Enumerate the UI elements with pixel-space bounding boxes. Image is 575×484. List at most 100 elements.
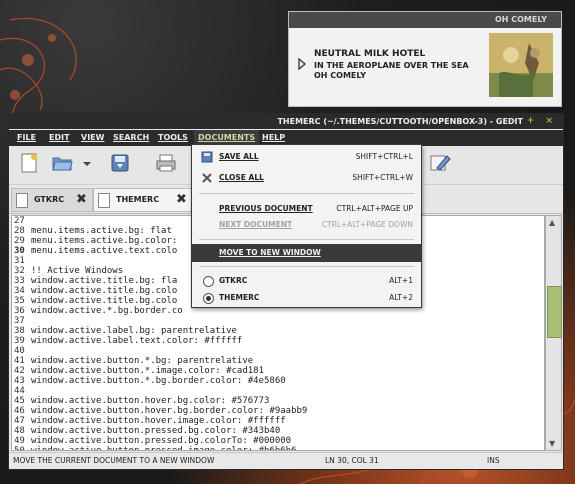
code-text: window.active.button.pressed.bg.color: #… xyxy=(31,426,281,436)
menu-accel: SHIFT+CTRL+W xyxy=(352,173,413,182)
open-dropdown-chevron-down-icon[interactable] xyxy=(81,152,93,174)
menu-search[interactable]: SEARCH xyxy=(109,130,153,146)
radio-unchecked-icon xyxy=(203,276,214,287)
window-titlebar[interactable]: THEMERC (~/.THEMES/CUTTOOTH/OPENBOX-3) -… xyxy=(9,114,563,129)
save-icon xyxy=(201,151,213,163)
code-text: window.active.button.hover.bg.border.col… xyxy=(31,406,308,416)
code-text: menu.items.active.bg: flat xyxy=(31,226,172,236)
menu-label: MOVE TO NEW WINDOW xyxy=(219,248,321,257)
insert-mode: INS xyxy=(487,456,500,465)
play-icon xyxy=(298,57,307,73)
code-text: window.active.button.hover.image.color: … xyxy=(31,416,286,426)
line-number: 31 xyxy=(14,256,25,266)
line-number: 47 xyxy=(14,416,25,426)
scroll-up-icon[interactable]: ▲ xyxy=(549,218,555,227)
notification-header: OH COMELY xyxy=(289,12,561,28)
menu-accel: ALT+1 xyxy=(389,276,413,285)
line-number: 38 xyxy=(14,326,25,336)
cursor-position: LN 30, COL 31 xyxy=(325,456,379,465)
album-art-image xyxy=(489,33,553,97)
scroll-down-icon[interactable]: ▼ xyxy=(549,439,555,448)
code-line: 41 window.active.button.*.bg: parentrelat… xyxy=(12,356,544,366)
close-icon xyxy=(201,172,213,184)
menu-item-save-all[interactable]: SAVE ALL SHIFT+CTRL+L xyxy=(192,148,421,166)
code-line: 48 window.active.button.pressed.bg.color:… xyxy=(12,426,544,436)
line-number: 36 xyxy=(14,306,25,316)
close-icon[interactable]: ✖ xyxy=(76,189,87,211)
line-number: 37 xyxy=(14,316,25,326)
code-text: window.active.title.bg.colo xyxy=(31,296,178,306)
save-icon[interactable] xyxy=(109,152,131,174)
code-line: 42 window.active.button.*.image.color: #c… xyxy=(12,366,544,376)
edit-pen-icon[interactable] xyxy=(429,152,451,174)
code-text: window.active.*.bg.border.co xyxy=(31,306,183,316)
code-text: menu.items.active.bg.color: xyxy=(31,236,178,246)
code-text: window.active.title.bg: fla xyxy=(31,276,178,286)
menu-item-close-all[interactable]: CLOSE ALL SHIFT+CTRL+W xyxy=(192,169,421,187)
print-icon[interactable] xyxy=(155,152,177,174)
code-text: !! Active Windows xyxy=(31,266,124,276)
code-line: 47 window.active.button.hover.image.color… xyxy=(12,416,544,426)
line-number: 41 xyxy=(14,356,25,366)
line-number: 27 xyxy=(14,216,25,226)
line-number: 45 xyxy=(14,396,25,406)
line-number: 28 xyxy=(14,226,25,236)
line-number: 46 xyxy=(14,406,25,416)
close-icon[interactable]: ✖ xyxy=(176,189,187,211)
scrollbar-thumb[interactable] xyxy=(547,286,562,338)
tab-themerc[interactable]: THEMERC ✖ xyxy=(93,188,195,212)
line-number: 43 xyxy=(14,376,25,386)
code-text: window.active.label.bg: parentrelative xyxy=(31,326,237,336)
code-line: 44 xyxy=(12,386,544,396)
code-text: window.active.button.*.image.color: #cad… xyxy=(31,366,264,376)
line-number: 34 xyxy=(14,286,25,296)
notification-album: IN THE AEROPLANE OVER THE SEA xyxy=(314,61,469,70)
notification-track: OH COMELY xyxy=(314,71,367,80)
line-number: 50 xyxy=(14,446,25,451)
code-text: window.active.title.bg.colo xyxy=(31,286,178,296)
menu-item-doc-themerc[interactable]: THEMERC ALT+2 xyxy=(192,289,421,307)
new-document-icon[interactable] xyxy=(18,152,40,174)
document-icon xyxy=(98,193,110,208)
code-text: window.active.label.text.color: #ffffff xyxy=(31,336,243,346)
menu-separator xyxy=(199,266,414,267)
line-number: 33 xyxy=(14,276,25,286)
menu-item-move-to-new-window[interactable]: MOVE TO NEW WINDOW xyxy=(192,244,421,262)
menu-accel: ALT+2 xyxy=(389,293,413,302)
menu-edit[interactable]: EDIT xyxy=(45,130,74,146)
menu-separator xyxy=(199,193,414,194)
line-number: 32 xyxy=(14,266,25,276)
statusbar: MOVE THE CURRENT DOCUMENT TO A NEW WINDO… xyxy=(9,452,563,469)
code-text: window.active.button.hover.bg.color: #57… xyxy=(31,396,270,406)
menu-accel: CTRL+ALT+PAGE DOWN xyxy=(321,220,413,229)
menu-label: CLOSE ALL xyxy=(219,173,264,182)
code-line: 45 window.active.button.hover.bg.color: #… xyxy=(12,396,544,406)
line-number: 30 xyxy=(14,246,25,256)
code-text: window.active.button.pressed.bg.colorTo:… xyxy=(31,436,292,446)
line-number: 48 xyxy=(14,426,25,436)
music-notification: OH COMELY NEUTRAL MILK HOTEL IN THE AERO… xyxy=(288,11,562,107)
menu-item-doc-gtkrc[interactable]: GTKRC ALT+1 xyxy=(192,272,421,290)
line-number: 39 xyxy=(14,336,25,346)
menu-file[interactable]: FILE xyxy=(13,130,40,146)
menu-label: SAVE ALL xyxy=(219,152,259,161)
code-line: 40 xyxy=(12,346,544,356)
code-text: menu.items.active.text.colo xyxy=(31,246,178,256)
menu-view[interactable]: VIEW xyxy=(77,130,108,146)
vertical-scrollbar[interactable]: ▲ ▼ xyxy=(545,215,562,451)
code-text: window.active.button.pressed.image.color… xyxy=(31,446,297,451)
menu-tools[interactable]: TOOLS xyxy=(154,130,192,146)
menu-item-next-document[interactable]: NEXT DOCUMENT CTRL+ALT+PAGE DOWN xyxy=(192,216,421,234)
code-line: 43 window.active.button.*.bg.border.color… xyxy=(12,376,544,386)
line-number: 42 xyxy=(14,366,25,376)
menu-separator xyxy=(199,239,414,240)
menu-accel: SHIFT+CTRL+L xyxy=(355,152,413,161)
window-controls[interactable]: – + × xyxy=(511,114,557,129)
status-message: MOVE THE CURRENT DOCUMENT TO A NEW WINDO… xyxy=(13,456,215,465)
code-text: window.active.button.*.bg.border.color: … xyxy=(31,376,286,386)
open-folder-icon[interactable] xyxy=(51,152,73,174)
code-line: 50 window.active.button.pressed.image.col… xyxy=(12,446,544,451)
window-title: THEMERC (~/.THEMES/CUTTOOTH/OPENBOX-3) -… xyxy=(277,117,523,126)
tab-label: GTKRC xyxy=(34,195,65,204)
tab-gtkrc[interactable]: GTKRC ✖ xyxy=(11,188,93,212)
